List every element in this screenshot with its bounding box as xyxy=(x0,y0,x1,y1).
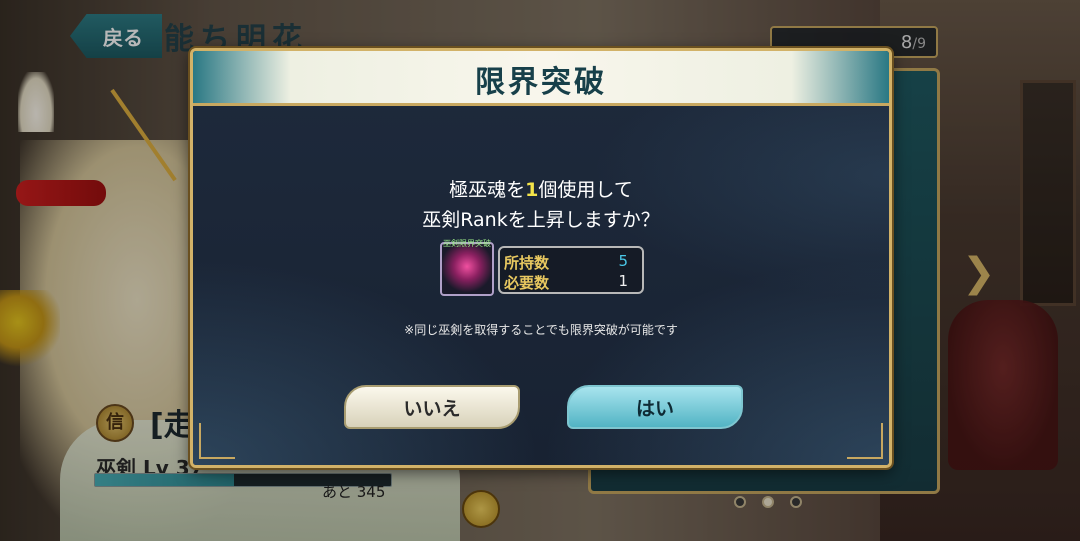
corner-ornament xyxy=(847,423,883,459)
confirm-message-line2: 巫剣Rankを上昇しますか？ xyxy=(422,209,660,231)
soul-item-icon xyxy=(440,242,494,296)
item-tag: 巫剣限界突破 xyxy=(443,239,491,248)
corner-ornament xyxy=(199,423,235,459)
hint-note: ※同じ巫剣を取得することでも限界突破が可能です xyxy=(404,323,678,337)
item-stats-panel: 所持数 5 必要数 1 xyxy=(498,246,644,294)
confirm-message-line1: 極巫魂を1個使用して xyxy=(449,179,633,201)
item-info: 巫剣限界突破 所持数 5 必要数 1 xyxy=(440,239,646,296)
no-button[interactable]: いいえ xyxy=(344,385,520,429)
dialog-header: 限界突破 xyxy=(193,51,889,106)
yes-button[interactable]: はい xyxy=(567,385,743,429)
limit-break-dialog: 限界突破 極巫魂を1個使用して 巫剣Rankを上昇しますか？ 巫剣限界突破 所持… xyxy=(190,48,892,468)
required-label: 必要数 xyxy=(504,274,550,292)
dialog-title: 限界突破 xyxy=(475,65,607,100)
use-count: 1 xyxy=(525,179,539,201)
owned-label: 所持数 xyxy=(504,254,550,272)
required-value: 1 xyxy=(618,272,628,290)
owned-value: 5 xyxy=(618,252,628,270)
